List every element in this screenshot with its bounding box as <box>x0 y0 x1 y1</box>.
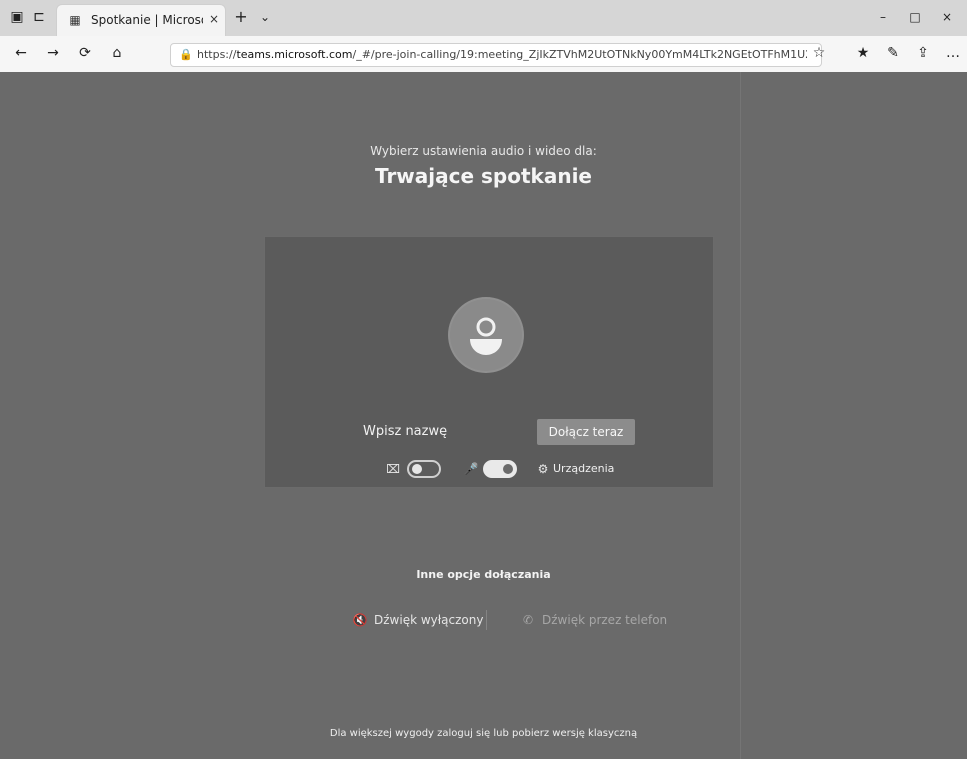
footer-hint[interactable]: Dla większej wygody zaloguj się lub pobi… <box>0 728 967 739</box>
join-options-row: 🔇 Dźwięk wyłączony ✆ Dźwięk przez telefo… <box>0 608 967 632</box>
camera-toggle-knob <box>412 464 422 474</box>
camera-toggle[interactable] <box>407 460 441 478</box>
tab-title: Spotkanie | Microsoft Te <box>91 13 203 27</box>
microphone-toggle-knob <box>503 464 513 474</box>
name-input[interactable] <box>357 417 535 445</box>
other-join-options-title: Inne opcje dołączania <box>416 568 551 581</box>
prejoin-subheading: Wybierz ustawienia audio i wideo dla: <box>370 144 597 158</box>
url-text: https://teams.microsoft.com/_#/pre-join-… <box>197 48 807 61</box>
browser-window: ▣ ⊏ ▦ Spotkanie | Microsoft Te × + ⌄ – □… <box>0 0 967 759</box>
tab-menu-icon[interactable]: ⌄ <box>256 8 274 26</box>
close-window-icon[interactable]: × <box>932 6 962 28</box>
home-icon[interactable]: ⌂ <box>108 44 126 62</box>
more-icon[interactable]: … <box>944 44 962 62</box>
microphone-toggle[interactable] <box>483 460 517 478</box>
browser-toolbar: ← → ⟳ ⌂ 🔒 https://teams.microsoft.com/_#… <box>0 36 967 73</box>
microphone-icon: 🎤 <box>463 462 479 476</box>
audio-off-label: Dźwięk wyłączony <box>374 613 484 627</box>
close-tab-icon[interactable]: × <box>207 12 221 26</box>
person-icon <box>470 317 502 355</box>
url-prefix: https:// <box>197 48 237 61</box>
join-now-button[interactable]: Dołącz teraz <box>537 419 635 445</box>
devices-button[interactable]: Urządzenia <box>553 462 614 475</box>
back-icon[interactable]: ← <box>12 44 30 62</box>
gear-icon[interactable]: ⚙ <box>535 461 551 477</box>
phone-icon: ✆ <box>522 613 534 627</box>
teams-favicon-icon: ▦ <box>69 13 81 27</box>
refresh-icon[interactable]: ⟳ <box>76 44 94 62</box>
notes-pen-icon[interactable]: ✎ <box>884 44 902 62</box>
phone-audio-option[interactable]: ✆ Dźwięk przez telefon <box>520 608 667 632</box>
tab-active[interactable]: ▦ Spotkanie | Microsoft Te × <box>56 4 226 37</box>
favorites-icon[interactable]: ★ <box>854 44 872 62</box>
prejoin-card: Dołącz teraz ⌧ 🎤 ⚙ Urządzenia <box>264 236 714 488</box>
name-field-wrap <box>357 417 535 445</box>
phone-audio-label: Dźwięk przez telefon <box>542 613 668 627</box>
url-path: /_#/pre-join-calling/19:meeting_ZjIkZTVh… <box>352 48 807 61</box>
teams-prejoin-content: Wybierz ustawienia audio i wideo dla: Tr… <box>0 72 967 759</box>
tab-actions-icon[interactable]: ▣ <box>8 8 26 26</box>
avatar <box>448 297 524 373</box>
url-domain: teams.microsoft.com <box>236 48 353 61</box>
set-aside-tabs-icon[interactable]: ⊏ <box>30 8 48 26</box>
speaker-muted-icon: 🔇 <box>352 613 368 627</box>
favorite-star-icon[interactable]: ☆ <box>810 44 828 62</box>
address-bar[interactable]: 🔒 https://teams.microsoft.com/_#/pre-joi… <box>170 43 822 67</box>
tab-bar: ▣ ⊏ ▦ Spotkanie | Microsoft Te × + ⌄ – □… <box>0 0 967 37</box>
device-controls: ⌧ 🎤 ⚙ Urządzenia <box>385 459 625 481</box>
forward-icon[interactable]: → <box>44 44 62 62</box>
new-tab-icon[interactable]: + <box>232 8 250 26</box>
share-icon[interactable]: ⇪ <box>914 44 932 62</box>
audio-off-option[interactable]: 🔇 Dźwięk wyłączony <box>352 608 484 632</box>
lock-icon: 🔒 <box>179 48 193 61</box>
maximize-icon[interactable]: □ <box>900 6 930 28</box>
options-divider <box>486 610 487 630</box>
camera-off-icon: ⌧ <box>386 462 400 476</box>
meeting-title: Trwające spotkanie <box>375 164 592 188</box>
minimize-icon[interactable]: – <box>868 6 898 28</box>
